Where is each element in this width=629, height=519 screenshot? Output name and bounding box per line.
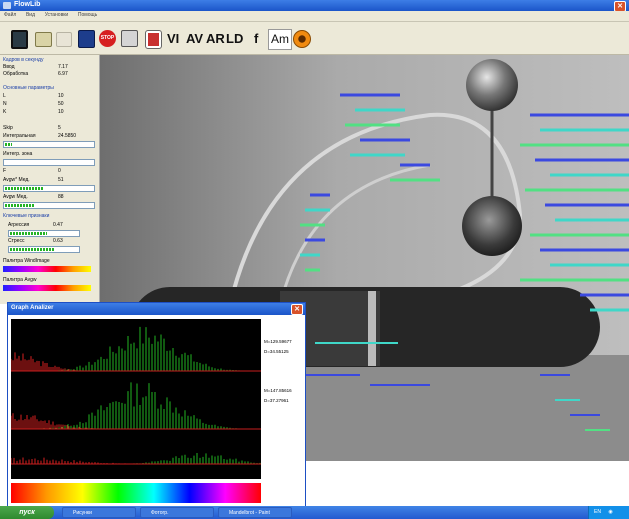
avgmed-label: Avgw* Мед. <box>3 177 30 183</box>
param-l-label: L <box>3 93 6 99</box>
avgw-value: 88 <box>58 194 64 200</box>
histogram-svg <box>10 326 261 465</box>
agression-label: Агрессия <box>8 222 30 228</box>
av-button[interactable]: AV <box>186 29 203 48</box>
am-button[interactable]: Am <box>268 29 292 50</box>
param-k-value[interactable]: 10 <box>58 109 64 115</box>
lower-ball <box>462 196 522 256</box>
avgmed-value: 51 <box>58 177 64 183</box>
param-n-label: N <box>3 101 7 107</box>
image-icon[interactable] <box>78 30 95 48</box>
f-button[interactable]: f <box>254 29 258 48</box>
fps-processing-label: Обработка <box>3 71 29 77</box>
param-l-value[interactable]: 10 <box>58 93 64 99</box>
color-spectrum-bar <box>11 483 261 503</box>
taskbar-item-photos[interactable]: Фотогр. <box>140 507 214 518</box>
menu-bar: Файл Вид Установки Помощь <box>0 11 629 22</box>
stress-bar-fill <box>10 248 54 251</box>
green-histograms <box>40 326 261 464</box>
param-n-value[interactable]: 50 <box>58 101 64 107</box>
fps-processing-value: 6.97 <box>58 71 68 77</box>
features-section-title: Ключевые признаки <box>3 213 50 219</box>
start-label: пуск <box>19 509 35 516</box>
system-tray: EN ◉ <box>588 506 629 519</box>
red-histograms <box>10 352 126 464</box>
agression-bar <box>8 230 80 237</box>
monitor-icon[interactable] <box>121 30 138 47</box>
stress-label: Стресс <box>8 238 25 244</box>
avgmed-bar-fill <box>5 187 44 190</box>
integr-zone-input[interactable] <box>3 159 95 166</box>
upper-ball <box>466 59 518 111</box>
integral-bar-fill <box>5 143 12 146</box>
tray-icon[interactable]: ◉ <box>608 509 612 515</box>
fps-input-value: 7.17 <box>58 64 68 70</box>
vi-button[interactable]: VI <box>167 29 179 48</box>
toolbar: STOP VI AV AR LD f Am <box>0 22 629 55</box>
avgw-label: Avgw Мед. <box>3 194 28 200</box>
title-bar: FlowLib ✕ <box>0 0 629 12</box>
window-title: FlowLib <box>14 1 41 8</box>
record-icon[interactable] <box>293 30 311 48</box>
stop-icon[interactable]: STOP <box>99 30 116 47</box>
menu-view[interactable]: Вид <box>22 11 39 18</box>
view-empty-area <box>304 461 629 506</box>
param-k-label: K <box>3 109 7 115</box>
fps-input-label: Ввод <box>3 64 15 70</box>
parameters-panel: Кадров в секунду Ввод 7.17 Обработка 6.9… <box>0 55 100 304</box>
stress-bar <box>8 246 80 253</box>
integral-label: Интегральная <box>3 133 36 139</box>
graph-close-button[interactable]: ✕ <box>291 304 303 315</box>
agression-value: 0.47 <box>53 222 63 228</box>
save-icon[interactable] <box>11 30 28 49</box>
taskbar-item-paint[interactable]: Mandelbrot - Paint <box>218 507 292 518</box>
f-value: 0 <box>58 168 61 174</box>
start-button[interactable]: пуск <box>0 506 54 519</box>
palette-avgw-label: Палитра Avgw <box>3 277 37 283</box>
graph-2-mean: M=147.85616 <box>264 388 292 393</box>
ar-button[interactable]: AR <box>206 29 225 48</box>
open-icon[interactable] <box>35 32 52 47</box>
avgw-bar-fill <box>5 204 36 207</box>
stress-value: 0.63 <box>53 238 63 244</box>
taskbar-item-pictures[interactable]: Рисунки <box>62 507 136 518</box>
integral-value: 24.5850 <box>58 133 77 139</box>
avgw-bar <box>3 202 95 209</box>
palette-window-strip <box>3 266 91 272</box>
integral-bar <box>3 141 95 148</box>
palette-avgw-strip <box>3 285 91 291</box>
graph-analizer-window[interactable]: Graph Analizer ✕ M=129.59677 D=34.55125 … <box>7 302 306 510</box>
graph-window-title: Graph Analizer <box>11 305 54 311</box>
frame-icon[interactable] <box>145 30 162 49</box>
avgmed-bar <box>3 185 95 192</box>
skip-label: Skip <box>3 125 13 131</box>
taskbar: пуск Рисунки Фотогр. Mandelbrot - Paint … <box>0 506 629 519</box>
menu-settings[interactable]: Установки <box>41 11 73 18</box>
palette-window-label: Палитра WindImage <box>3 258 50 264</box>
fps-section-title: Кадров в секунду <box>3 57 44 63</box>
integr-zone-label: Интегр. зона <box>3 151 33 157</box>
skip-value[interactable]: 5 <box>58 125 61 131</box>
graph-1-mean: M=129.59677 <box>264 339 292 344</box>
agression-bar-fill <box>10 232 47 235</box>
graph-window-title-bar[interactable]: Graph Analizer ✕ <box>8 303 305 315</box>
menu-file[interactable]: Файл <box>0 11 20 18</box>
battery-band <box>368 291 376 366</box>
graph-2-dispersion: D=37.27961 <box>264 398 289 403</box>
tray-language[interactable]: EN <box>594 509 601 515</box>
ld-button[interactable]: LD <box>226 29 243 48</box>
main-section-title: Основные параметры <box>3 85 54 91</box>
edit-icon[interactable] <box>56 32 72 47</box>
menu-help[interactable]: Помощь <box>74 11 101 18</box>
f-label: F <box>3 168 7 174</box>
app-icon <box>3 2 11 9</box>
histogram-plot <box>10 319 261 479</box>
graph-1-dispersion: D=34.55125 <box>264 349 289 354</box>
